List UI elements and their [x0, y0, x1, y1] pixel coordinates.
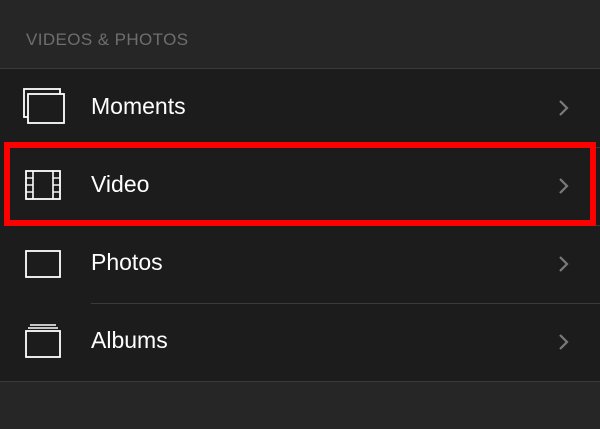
media-list: Moments Video Photos Albums — [0, 68, 600, 382]
film-icon — [22, 166, 66, 206]
list-item-video[interactable]: Video — [0, 147, 600, 225]
list-item-label: Albums — [91, 327, 168, 353]
chevron-right-icon — [555, 254, 571, 274]
list-item-label: Photos — [91, 249, 163, 275]
list-item-albums[interactable]: Albums — [0, 303, 600, 381]
section-header: VIDEOS & PHOTOS — [26, 30, 189, 49]
list-item-label: Video — [91, 171, 150, 197]
photo-icon — [22, 244, 66, 284]
list-item-photos[interactable]: Photos — [0, 225, 600, 303]
chevron-right-icon — [555, 176, 571, 196]
chevron-right-icon — [555, 332, 571, 352]
list-item-label: Moments — [91, 93, 186, 119]
chevron-right-icon — [555, 98, 571, 118]
videos-photos-screen: VIDEOS & PHOTOS Moments Video Photos Alb… — [0, 0, 600, 429]
albums-icon — [22, 322, 66, 362]
list-item-moments[interactable]: Moments — [0, 69, 600, 147]
moments-icon — [22, 88, 66, 128]
